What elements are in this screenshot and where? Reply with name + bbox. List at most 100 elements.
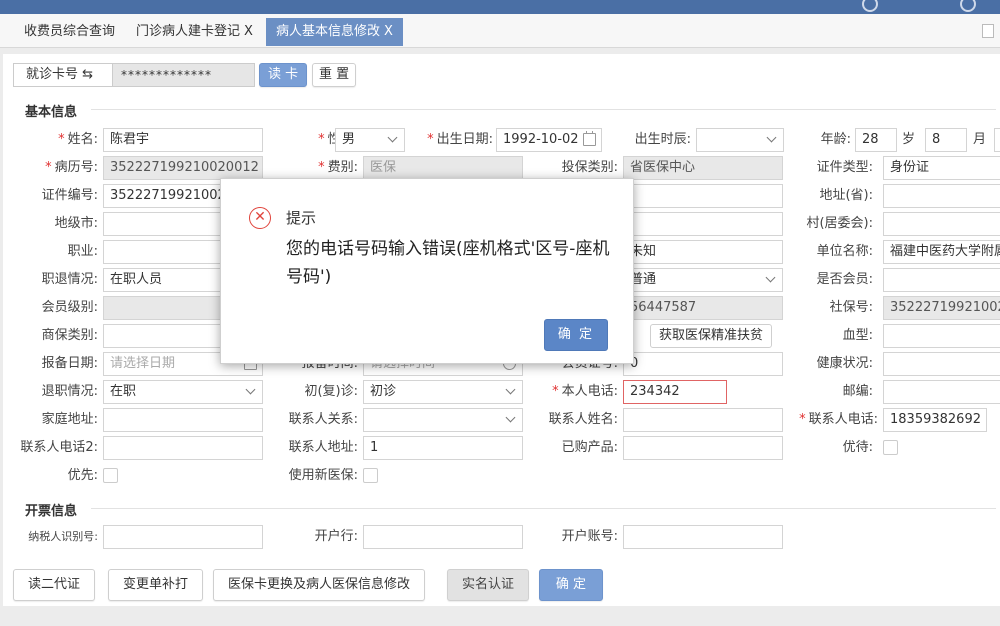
section-invoice-info: 开票信息: [25, 504, 78, 519]
retired-label: 退职情况:: [41, 384, 98, 399]
health-input[interactable]: [883, 352, 1000, 376]
gender-select[interactable]: 男: [335, 128, 405, 152]
bank-account-input[interactable]: [623, 525, 783, 549]
province-select[interactable]: [883, 184, 1000, 208]
report-date-label: 报备日期:: [41, 356, 98, 371]
id-type-select[interactable]: 身份证: [883, 156, 1000, 180]
vip-label: 优待:: [842, 440, 873, 455]
help-icon[interactable]: [960, 0, 976, 12]
home-address-label: 家庭地址:: [41, 412, 98, 427]
contact-relation-label: 联系人关系:: [288, 412, 358, 427]
reset-button[interactable]: 重 置: [312, 63, 357, 87]
reprint-change-button[interactable]: 变更单补打: [108, 569, 204, 601]
contact-relation-select[interactable]: [363, 408, 523, 432]
read-id-card-button[interactable]: 读二代证: [13, 569, 96, 601]
contact-phone-label: * 联系人电话:: [799, 412, 878, 427]
vip-checkbox[interactable]: [883, 440, 898, 455]
close-icon[interactable]: X: [244, 24, 253, 39]
card-type-toggle[interactable]: 就诊卡号 ⇆: [13, 63, 113, 87]
insured-type-label: 投保类别:: [561, 160, 618, 175]
taxpayer-id-label: 纳税人识别号:: [28, 530, 98, 543]
confirm-button[interactable]: 确 定: [539, 569, 603, 601]
home-address-input[interactable]: [103, 408, 263, 432]
employer-input[interactable]: 福建中医药大学附属: [883, 240, 1000, 264]
age-years-input[interactable]: 28: [855, 128, 897, 152]
village-label: 村(居委会):: [806, 216, 873, 231]
contact-name-label: 联系人姓名:: [548, 412, 618, 427]
insured-type-input[interactable]: 省医保中心: [623, 156, 783, 180]
read-card-button[interactable]: 读 卡: [259, 63, 308, 87]
birth-hour-label: 出生时辰:: [634, 132, 691, 147]
app-top-bar: [0, 0, 1000, 14]
section-divider: [91, 109, 996, 110]
commercial-ins-label: 商保类别:: [41, 328, 98, 343]
is-member-select[interactable]: [883, 268, 1000, 292]
visit-type-label: 初(复)诊:: [304, 384, 358, 399]
bank-label: 开户行:: [314, 529, 358, 544]
self-phone-input[interactable]: 234342: [623, 380, 727, 404]
blood-type-select[interactable]: [883, 324, 1000, 348]
error-dialog: ✕ 提示 您的电话号码输入错误(座机格式'区号-座机号码') 确 定: [220, 178, 634, 364]
blood-type-label: 血型:: [842, 328, 873, 343]
member-level-select[interactable]: 普通: [623, 268, 783, 292]
dialog-message: 您的电话号码输入错误(座机格式'区号-座机号码'): [286, 239, 610, 287]
purchased-label: 已购产品:: [561, 440, 618, 455]
id-type-label: 证件类型:: [816, 160, 873, 175]
precision-aid-button[interactable]: 获取医保精准扶贫: [650, 324, 773, 348]
id-no-label: 证件编号:: [41, 188, 98, 203]
age-months-input[interactable]: 8: [925, 128, 967, 152]
province-label: 地址(省):: [819, 188, 873, 203]
bank-account-label: 开户账号:: [561, 529, 618, 544]
phone-readonly-input[interactable]: 56447587: [623, 296, 783, 320]
name-input[interactable]: 陈君宇: [103, 128, 263, 152]
calendar-icon: [583, 131, 596, 146]
postcode-label: 邮编:: [842, 384, 873, 399]
member-card-input[interactable]: 0: [623, 352, 783, 376]
occupation-label: 职业:: [67, 244, 98, 259]
address-detail-input[interactable]: [623, 184, 783, 208]
close-icon[interactable]: X: [384, 24, 393, 39]
name-label: * 姓名:: [58, 132, 98, 147]
fee-type-select[interactable]: 医保: [363, 156, 523, 180]
employer-label: 单位名称:: [816, 244, 873, 259]
visit-type-select[interactable]: 初诊: [363, 380, 523, 404]
member-grade-label: 会员级别:: [41, 300, 98, 315]
town-select[interactable]: [623, 212, 783, 236]
contact-address-label: 联系人地址:: [288, 440, 358, 455]
marital-select[interactable]: 未知: [623, 240, 783, 264]
record-no-label: * 病历号:: [45, 160, 98, 175]
real-name-auth-button[interactable]: 实名认证: [447, 569, 530, 601]
social-no-input[interactable]: 352227199210020012: [883, 296, 1000, 320]
purchased-input[interactable]: [623, 436, 783, 460]
age-days-input[interactable]: [994, 128, 1000, 152]
bank-input[interactable]: [363, 525, 523, 549]
birth-date-label: * 出生日期:: [427, 132, 493, 147]
settings-icon[interactable]: [862, 0, 878, 12]
tab-fee-query[interactable]: 收费员综合查询: [14, 18, 125, 46]
card-number-input[interactable]: *************: [112, 63, 255, 87]
contact-address-input[interactable]: 1: [363, 436, 523, 460]
birth-hour-select[interactable]: [696, 128, 784, 152]
tab-card-registration[interactable]: 门诊病人建卡登记 X: [126, 18, 263, 46]
tab-scroll-handle[interactable]: [982, 24, 994, 38]
years-unit: 岁: [902, 132, 916, 147]
contact-phone-input[interactable]: 18359382692: [883, 408, 987, 432]
change-insurance-card-button[interactable]: 医保卡更换及病人医保信息修改: [213, 569, 426, 601]
postcode-input[interactable]: [883, 380, 1000, 404]
record-no-input[interactable]: 352227199210020012: [103, 156, 263, 180]
village-input[interactable]: [883, 212, 1000, 236]
new-insurance-checkbox[interactable]: [363, 468, 378, 483]
priority-checkbox[interactable]: [103, 468, 118, 483]
contact-phone2-input[interactable]: [103, 436, 263, 460]
self-phone-label: * 本人电话:: [552, 384, 618, 399]
dialog-ok-button[interactable]: 确 定: [544, 319, 608, 351]
contact-name-input[interactable]: [623, 408, 783, 432]
birth-date-input[interactable]: 1992-10-02: [496, 128, 602, 152]
section-basic-info: 基本信息: [25, 105, 78, 120]
new-insurance-label: 使用新医保:: [288, 468, 358, 483]
dialog-title: 提示: [286, 209, 317, 227]
taxpayer-id-input[interactable]: [103, 525, 263, 549]
social-no-label: 社保号:: [829, 300, 873, 315]
retired-select[interactable]: 在职: [103, 380, 263, 404]
tab-patient-info-edit[interactable]: 病人基本信息修改 X: [266, 18, 403, 46]
